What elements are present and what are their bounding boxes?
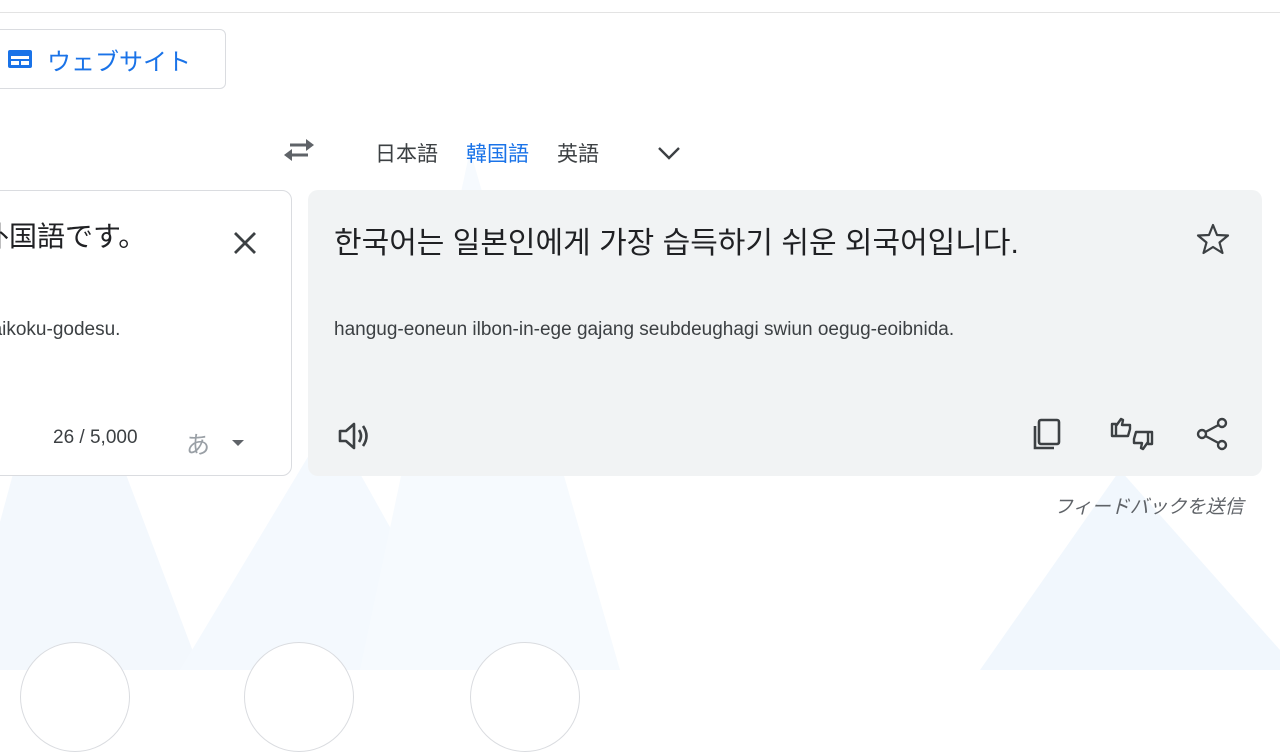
web-page-icon	[7, 48, 33, 70]
send-feedback-link[interactable]: フィードバックを送信	[1054, 492, 1244, 519]
contribute-button[interactable]	[470, 642, 580, 752]
share-icon[interactable]	[1194, 416, 1230, 452]
source-text[interactable]: 外国語です。	[0, 215, 241, 255]
saved-button[interactable]	[244, 642, 354, 752]
star-icon[interactable]	[1196, 222, 1230, 256]
swap-languages-icon[interactable]	[282, 136, 316, 164]
history-button[interactable]	[20, 642, 130, 752]
source-romanization-value: gaikoku-godesu.	[0, 319, 121, 340]
target-language-tabs: 日本語 韓国語 英語	[375, 138, 683, 168]
tab-japanese[interactable]: 日本語	[375, 138, 438, 168]
translation-text: 한국어는 일본인에게 가장 습득하기 쉬운 외국어입니다.	[334, 227, 1019, 260]
caret-down-icon	[232, 439, 244, 446]
ime-label: あ	[186, 432, 210, 459]
source-panel: 外国語です。 gaikoku-godesu. 26 / 5,000 あ	[0, 190, 292, 476]
close-icon[interactable]	[231, 229, 259, 257]
website-button-label: ウェブサイト	[47, 48, 191, 76]
top-divider	[0, 12, 1280, 13]
source-romanization: gaikoku-godesu.	[0, 319, 181, 341]
character-count: 26 / 5,000	[53, 427, 138, 448]
website-translate-button[interactable]: ウェブサイト	[0, 29, 226, 89]
copy-icon[interactable]	[1030, 416, 1066, 452]
source-text-value: 外国語です。	[0, 221, 147, 252]
input-tools-button[interactable]: あ	[186, 425, 244, 460]
translation-romanization: hangug-eoneun ilbon-in-ege gajang seubde…	[334, 319, 955, 340]
chevron-down-icon[interactable]	[655, 139, 683, 167]
tab-korean[interactable]: 韓国語	[466, 138, 529, 168]
translation-panel: 한국어는 일본인에게 가장 습득하기 쉬운 외국어입니다. hangug-eon…	[308, 190, 1262, 476]
thumbs-rating-icon[interactable]	[1108, 414, 1156, 454]
speaker-icon[interactable]	[336, 418, 372, 454]
tab-english[interactable]: 英語	[557, 138, 599, 168]
